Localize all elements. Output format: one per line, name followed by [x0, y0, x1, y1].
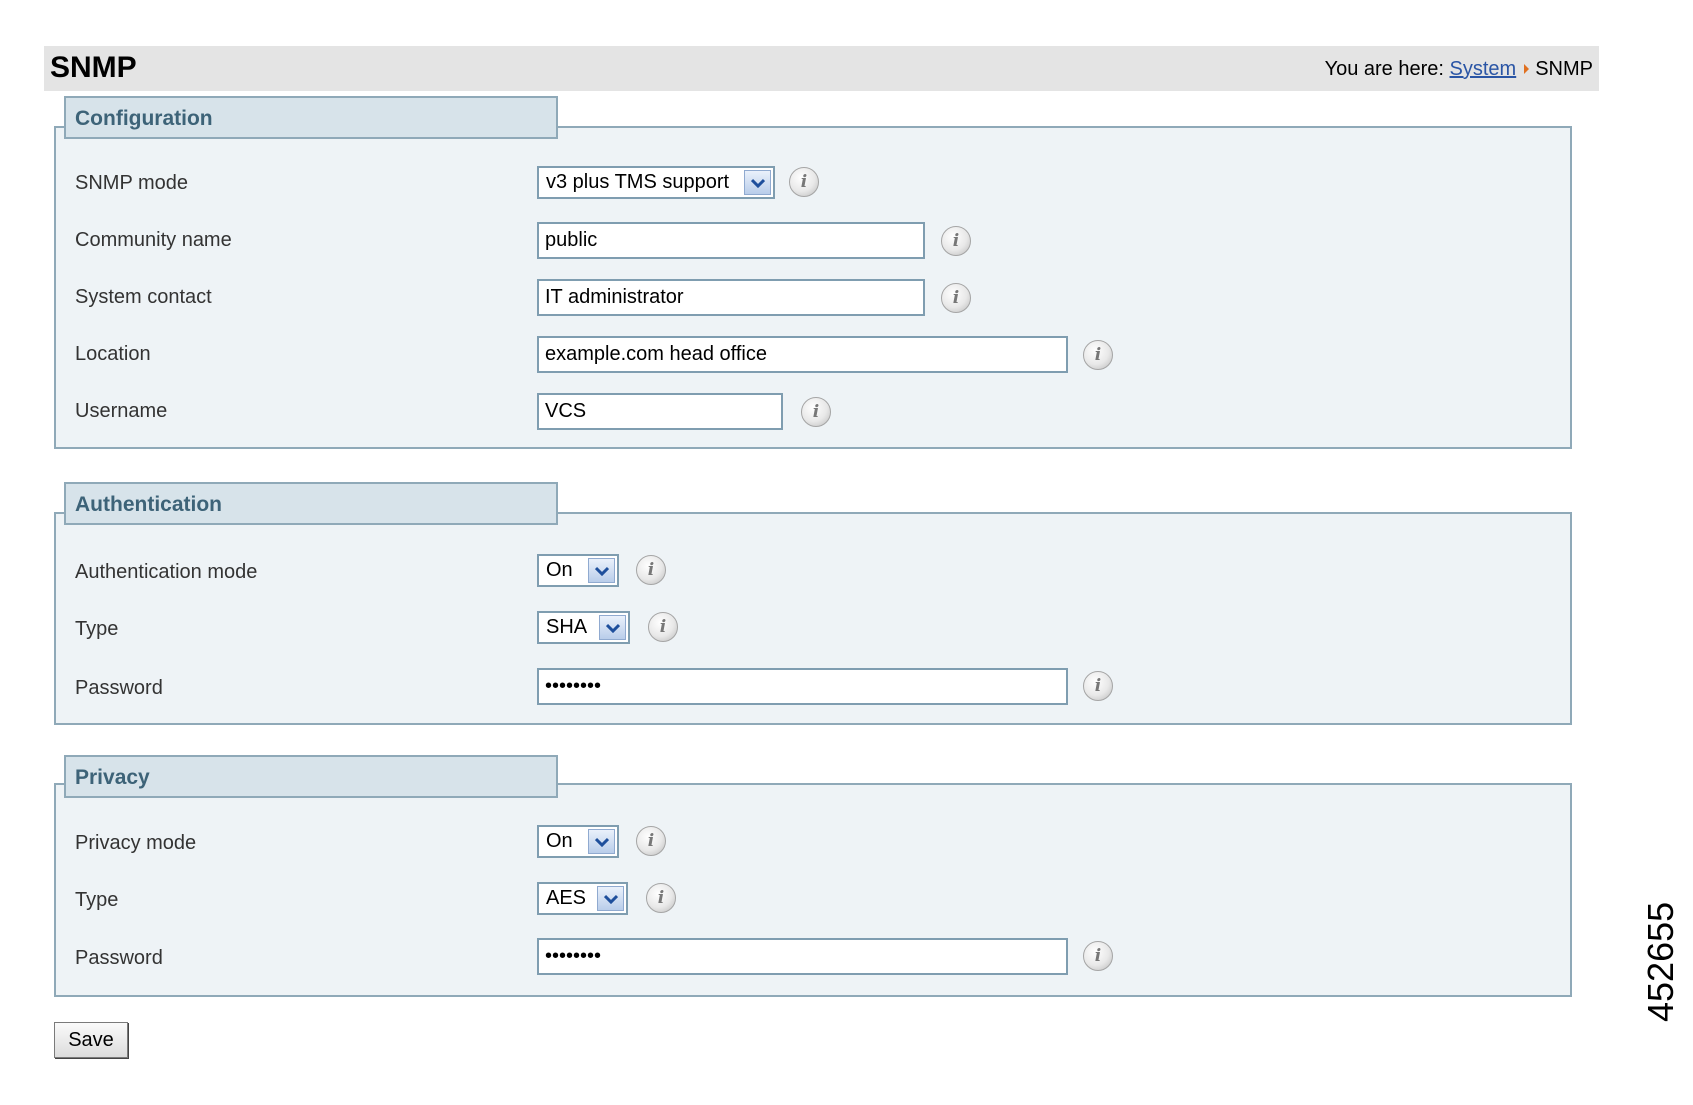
username-input[interactable]: [537, 393, 783, 430]
figure-number: 452655: [1640, 901, 1681, 1022]
privacy-type-value: AES: [546, 887, 587, 909]
info-icon[interactable]: i: [789, 167, 819, 197]
breadcrumb-current: SNMP: [1535, 58, 1593, 80]
authentication-type-select[interactable]: SHA: [537, 611, 630, 644]
privacy-password-label: Password: [75, 947, 163, 969]
snmp-mode-label: SNMP mode: [75, 172, 189, 194]
authentication-section-title: Authentication: [64, 482, 558, 525]
info-icon[interactable]: i: [941, 226, 971, 256]
info-icon[interactable]: i: [1083, 941, 1113, 971]
authentication-password-label: Password: [75, 677, 163, 699]
breadcrumb: You are here: System SNMP: [1325, 58, 1593, 81]
chevron-down-icon[interactable]: [588, 558, 615, 583]
privacy-mode-select[interactable]: On: [537, 825, 619, 858]
chevron-down-icon[interactable]: [588, 829, 615, 854]
privacy-mode-value: On: [546, 830, 573, 852]
snmp-mode-value: v3 plus TMS support: [546, 171, 730, 193]
info-icon[interactable]: i: [801, 397, 831, 427]
location-input[interactable]: [537, 336, 1068, 373]
authentication-mode-label: Authentication mode: [75, 561, 258, 583]
info-icon[interactable]: i: [1083, 671, 1113, 701]
breadcrumb-link-system[interactable]: System: [1450, 58, 1517, 80]
breadcrumb-prefix: You are here:: [1324, 58, 1444, 80]
configuration-section-title: Configuration: [64, 96, 558, 139]
community-name-label: Community name: [75, 229, 232, 251]
info-icon[interactable]: i: [941, 283, 971, 313]
authentication-password-input[interactable]: [537, 668, 1068, 705]
community-name-input[interactable]: [537, 222, 925, 259]
authentication-type-label: Type: [75, 618, 119, 640]
authentication-mode-value: On: [546, 559, 573, 581]
triangle-right-icon: [1524, 63, 1530, 74]
chevron-down-icon[interactable]: [744, 170, 771, 195]
page-title: SNMP: [50, 51, 137, 84]
location-label: Location: [75, 343, 151, 365]
privacy-mode-label: Privacy mode: [75, 832, 197, 854]
system-contact-label: System contact: [75, 286, 212, 308]
info-icon[interactable]: i: [636, 555, 666, 585]
info-icon[interactable]: i: [648, 612, 678, 642]
system-contact-input[interactable]: [537, 279, 925, 316]
chevron-down-icon[interactable]: [599, 615, 626, 640]
page-header: SNMP You are here: System SNMP: [44, 46, 1599, 91]
save-button[interactable]: Save: [54, 1022, 128, 1058]
info-icon[interactable]: i: [646, 883, 676, 913]
authentication-mode-select[interactable]: On: [537, 554, 619, 587]
username-label: Username: [75, 400, 168, 422]
snmp-mode-select[interactable]: v3 plus TMS support: [537, 166, 775, 199]
privacy-password-input[interactable]: [537, 938, 1068, 975]
privacy-type-select[interactable]: AES: [537, 882, 628, 915]
info-icon[interactable]: i: [636, 826, 666, 856]
authentication-type-value: SHA: [546, 616, 588, 638]
privacy-section-title: Privacy: [64, 755, 558, 798]
privacy-type-label: Type: [75, 889, 119, 911]
chevron-down-icon[interactable]: [597, 886, 624, 911]
info-icon[interactable]: i: [1083, 340, 1113, 370]
